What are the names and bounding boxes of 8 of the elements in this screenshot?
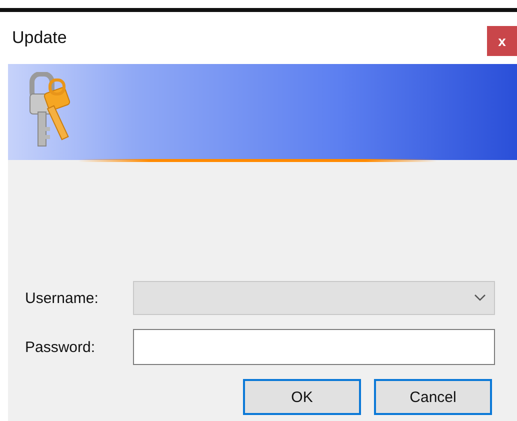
- password-label: Password:: [25, 338, 96, 356]
- password-field[interactable]: [133, 329, 495, 365]
- username-label: Username:: [25, 290, 100, 306]
- cancel-button[interactable]: Cancel: [374, 379, 492, 415]
- chevron-down-icon: [474, 294, 486, 302]
- window-title: Update: [12, 28, 67, 48]
- ok-button[interactable]: OK: [243, 379, 361, 415]
- close-button[interactable]: x: [487, 26, 517, 56]
